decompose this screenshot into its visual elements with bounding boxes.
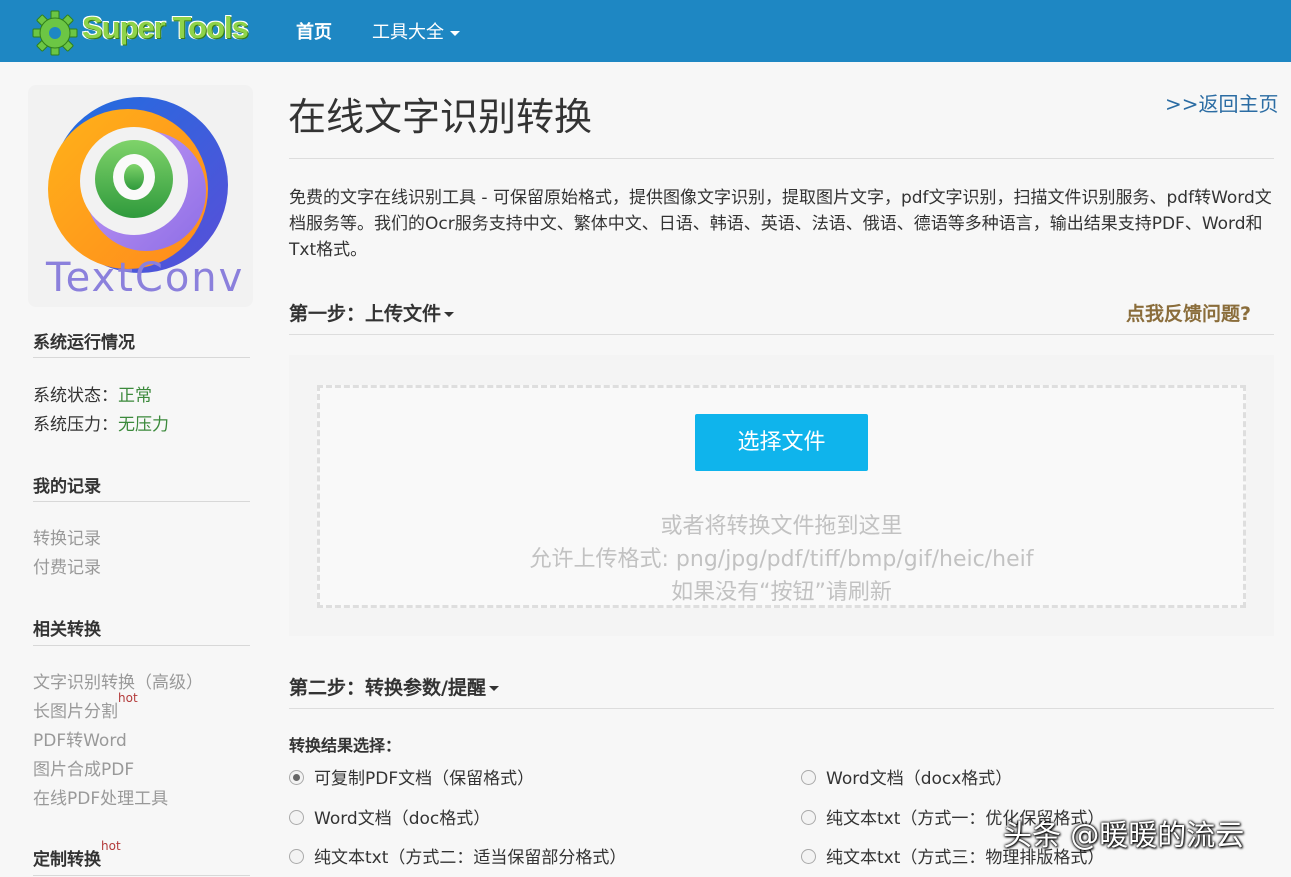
radio-button[interactable] — [289, 769, 304, 785]
records-section-title: 我的记录 — [33, 477, 101, 497]
hot-badge: hot — [101, 839, 121, 853]
page-title: 在线文字识别转换 — [288, 95, 593, 139]
payment-records-link[interactable]: 付费记录 — [33, 553, 101, 578]
intro-text: 免费的文字在线识别工具 - 可保留原始格式，提供图像文字识别，提取图片文字，pd… — [289, 188, 1272, 260]
pressure-label: 系统压力： — [33, 415, 118, 435]
caret-down-icon — [488, 686, 499, 691]
watermark-text: 头条 @暖暖的流云 — [1003, 818, 1245, 852]
brand-text: Super Tools — [82, 10, 249, 45]
nav-tools-dropdown[interactable]: 工具大全 — [372, 18, 460, 44]
system-status: 系统状态：正常 — [33, 381, 152, 406]
status-value: 正常 — [118, 386, 152, 406]
divider — [33, 357, 250, 358]
feedback-link[interactable]: 点我反馈问题? — [1126, 299, 1251, 326]
hot-badge: hot — [118, 691, 138, 705]
option-label: Word文档（doc格式） — [314, 809, 491, 829]
top-navbar: Super Tools 首页 工具大全 — [0, 0, 1291, 62]
related-link-pdf-tools[interactable]: 在线PDF处理工具 — [33, 784, 168, 809]
formats-hint: 允许上传格式: png/jpg/pdf/tiff/bmp/gif/heic/he… — [529, 547, 1034, 572]
brand-logo[interactable]: Super Tools — [32, 6, 252, 56]
result-format-label: 转换结果选择： — [289, 736, 402, 755]
related-link-pdf-to-word[interactable]: PDF转Word — [33, 726, 127, 751]
radio-button[interactable] — [289, 809, 304, 825]
divider — [33, 501, 250, 502]
gear-logo-icon — [32, 10, 78, 56]
custom-title-label: 定制转换 — [33, 850, 101, 870]
status-label: 系统状态： — [33, 386, 118, 406]
nav-home-link[interactable]: 首页 — [296, 18, 332, 44]
caret-down-icon — [450, 30, 460, 36]
option-label: 纯文本txt（方式二：适当保留部分格式） — [314, 848, 627, 868]
radio-button[interactable] — [801, 848, 816, 864]
status-section-title: 系统运行情况 — [33, 333, 135, 353]
option-pdf-copyable[interactable]: 可复制PDF文档（保留格式） — [289, 764, 534, 789]
refresh-hint: 如果没有“按钮”请刷新 — [671, 580, 892, 605]
related-link-images-to-pdf[interactable]: 图片合成PDF — [33, 755, 134, 780]
option-label: Word文档（docx格式） — [826, 769, 1013, 789]
textconv-logo-card: TextConv — [28, 85, 253, 307]
divider — [33, 645, 250, 646]
related-link-label: 长图片分割 — [33, 702, 118, 722]
step2-label: 第二步：转换参数/提醒 — [289, 677, 486, 699]
radio-button[interactable] — [801, 769, 816, 785]
related-section-title: 相关转换 — [33, 620, 101, 640]
option-txt-method2[interactable]: 纯文本txt（方式二：适当保留部分格式） — [289, 843, 626, 868]
custom-section-title: 定制转换hot — [33, 839, 121, 870]
option-label: 可复制PDF文档（保留格式） — [314, 769, 535, 789]
step1-label: 第一步：上传文件 — [289, 303, 442, 325]
step2-toggle[interactable]: 第二步：转换参数/提醒 — [289, 673, 499, 700]
nav-tools-label: 工具大全 — [372, 22, 444, 43]
divider — [289, 334, 1274, 335]
divider — [289, 158, 1274, 159]
option-word-docx[interactable]: Word文档（docx格式） — [801, 764, 1012, 789]
pressure-value: 无压力 — [118, 415, 169, 435]
radio-button[interactable] — [801, 809, 816, 825]
related-link-long-image-split[interactable]: 长图片分割hot — [33, 691, 138, 722]
system-pressure: 系统压力：无压力 — [33, 410, 169, 435]
step1-toggle[interactable]: 第一步：上传文件 — [289, 299, 455, 326]
divider — [33, 875, 250, 876]
conversion-records-link[interactable]: 转换记录 — [33, 524, 101, 549]
logo-text: TextConv — [46, 255, 245, 301]
divider — [289, 708, 1274, 709]
choose-file-button[interactable]: 选择文件 — [695, 414, 868, 471]
related-link-ocr-advanced[interactable]: 文字识别转换（高级） — [33, 668, 203, 693]
caret-down-icon — [444, 312, 455, 317]
drop-hint: 或者将转换文件拖到这里 — [660, 514, 903, 539]
option-word-doc[interactable]: Word文档（doc格式） — [289, 804, 490, 829]
radio-button[interactable] — [289, 848, 304, 864]
back-home-link[interactable]: >>返回主页 — [1165, 88, 1279, 117]
